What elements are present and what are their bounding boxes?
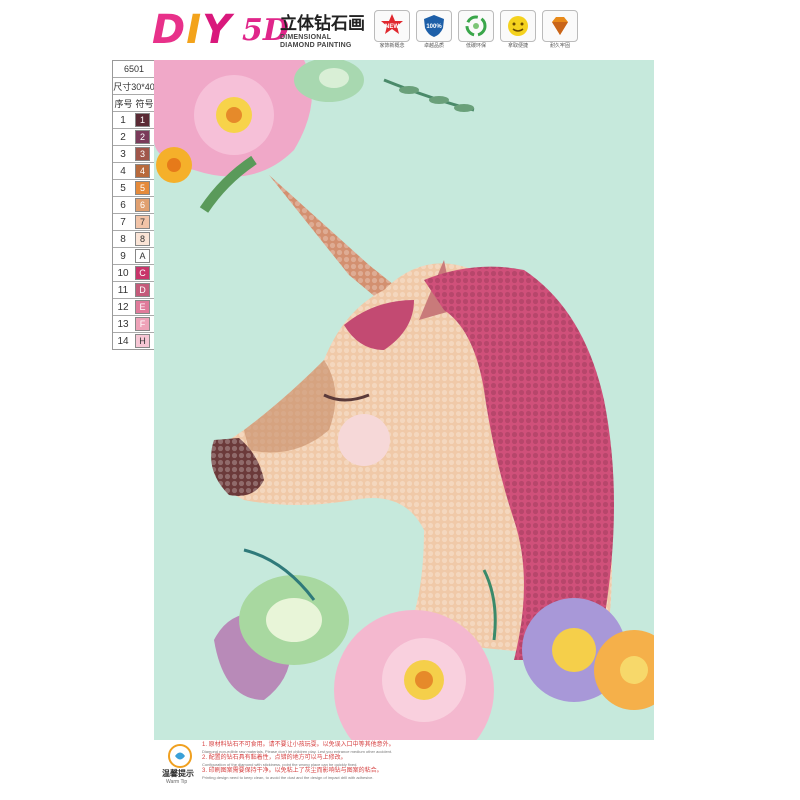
legend-symbol: 4 — [135, 164, 150, 178]
color-legend: 6501 尺寸30*40 序号 符号 1 1 2 2 3 3 4 4 5 5 6 6 7 7 8 8 9 A 10 C… — [112, 60, 156, 350]
legend-symbol: 8 — [135, 232, 150, 246]
legend-row: 12 E — [113, 299, 155, 316]
legend-row: 33 — [113, 146, 155, 163]
legend-number: 10 — [117, 267, 129, 279]
legend-symbol: 2 — [135, 130, 150, 144]
badge-durable: 耐久牢固 — [540, 10, 580, 50]
warm-tips: 温馨提示 Warm Tip 1. 原材料钻石不可食用。请不要让小孩玩耍。以免误入… — [160, 742, 640, 796]
new-star-icon: NEW — [374, 10, 410, 42]
legend-symbol: F — [135, 317, 150, 331]
tip-3-cn: 3. 印刷图案需要保持干净。以免粘上了灰尘而影响钻与图案的粘合。 — [202, 768, 383, 774]
legend-symbol: E — [135, 300, 150, 314]
badge-new: NEW 家饰新概念 — [372, 10, 412, 50]
artwork — [154, 60, 654, 740]
legend-row: 77 — [113, 214, 155, 231]
legend-header: 序号 符号 — [113, 95, 155, 112]
legend-row: 11 D — [113, 282, 155, 299]
legend-number: 7 — [120, 216, 126, 228]
badge-quality: 100% 卓越品质 — [414, 10, 454, 50]
legend-symbol: 1 — [135, 113, 150, 127]
tip-2-cn: 2. 配置的钻石具有黏着性，点错的地方可以马上修改。 — [202, 755, 347, 761]
legend-number: 4 — [120, 165, 126, 177]
legend-row: 88 — [113, 231, 155, 248]
legend-row: 44 — [113, 163, 155, 180]
badge-quality-text: 100% — [426, 24, 442, 30]
legend-number: 2 — [120, 131, 126, 143]
tip-3-en: Printing design need to keep clean, to a… — [202, 775, 374, 780]
badge-easy: 拿取便捷 — [498, 10, 538, 50]
badge-new-text: NEW — [385, 24, 399, 30]
legend-row: 11 — [113, 112, 155, 129]
badge-eco: 低碳环保 — [456, 10, 496, 50]
product-header: DIY 5D 立体钻石画 DIMENSIONAL DIAMOND PAINTIN… — [150, 8, 710, 54]
legend-symbol: 7 — [135, 215, 150, 229]
legend-row: 22 — [113, 129, 155, 146]
shield-icon: 100% — [416, 10, 452, 42]
tip-1-cn: 1. 原材料钻石不可食用。请不要让小孩玩耍。以免误入口中等其他意外。 — [202, 742, 395, 748]
legend-number: 12 — [117, 301, 129, 313]
tips-subtitle: Warm Tip — [166, 779, 188, 785]
legend-number: 5 — [120, 182, 126, 194]
legend-row: 55 — [113, 180, 155, 197]
top-flowers — [154, 60, 475, 213]
brand-title: 立体钻石画 DIMENSIONAL DIAMOND PAINTING — [280, 14, 365, 49]
tips-lines: 1. 原材料钻石不可食用。请不要让小孩玩耍。以免误入口中等其他意外。 Diamo… — [202, 742, 632, 781]
recycle-icon — [458, 10, 494, 42]
legend-symbol: 3 — [135, 147, 150, 161]
legend-number: 6 — [120, 199, 126, 211]
legend-symbol: A — [135, 249, 150, 263]
tips-title: 温馨提示 — [162, 769, 194, 778]
easy-sticker-icon — [500, 10, 536, 42]
legend-number: 1 — [120, 114, 126, 126]
legend-symbol: H — [135, 334, 150, 348]
legend-number: 8 — [120, 233, 126, 245]
legend-row: 13 F — [113, 316, 155, 333]
legend-symbol: C — [135, 266, 150, 280]
legend-number: 11 — [117, 284, 129, 296]
legend-symbol: 5 — [135, 181, 150, 195]
brand-logo-icon — [168, 744, 192, 768]
legend-row: 10 C — [113, 265, 155, 282]
diamond-icon — [542, 10, 578, 42]
legend-number: 3 — [120, 148, 126, 160]
diamond-painting-canvas — [154, 60, 654, 740]
legend-symbol: 6 — [135, 198, 150, 212]
legend-code: 6501 — [113, 61, 155, 78]
legend-number: 13 — [117, 318, 129, 330]
legend-row: 9A — [113, 248, 155, 265]
legend-row: 14 H — [113, 333, 155, 349]
diy-logo: DIY — [152, 7, 233, 53]
legend-number: 14 — [117, 335, 129, 347]
legend-number: 9 — [120, 250, 126, 262]
legend-row: 66 — [113, 197, 155, 214]
legend-symbol: D — [135, 283, 150, 297]
legend-size: 尺寸30*40 — [113, 78, 155, 95]
